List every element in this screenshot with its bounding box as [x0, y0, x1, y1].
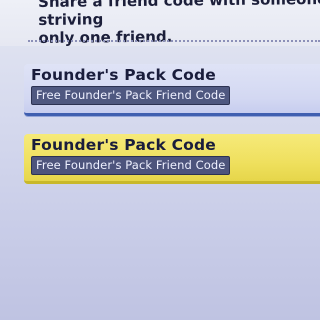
card-title: Founder's Pack Code: [31, 136, 217, 154]
description-line-1: Share a friend code with someone strivin…: [38, 0, 320, 29]
description-line-2: only one friend.: [38, 27, 173, 47]
friend-code-label: Free Founder's Pack Friend Code: [31, 86, 231, 105]
friend-code-label: Free Founder's Pack Friend Code: [31, 156, 231, 175]
card-title: Founder's Pack Code: [31, 66, 217, 84]
founders-pack-code-card-2-selected[interactable]: Founder's Pack Code Free Founder's Pack …: [24, 134, 320, 184]
founders-pack-code-card-1[interactable]: Founder's Pack Code Free Founder's Pack …: [24, 64, 320, 116]
dotted-divider: [28, 40, 320, 42]
